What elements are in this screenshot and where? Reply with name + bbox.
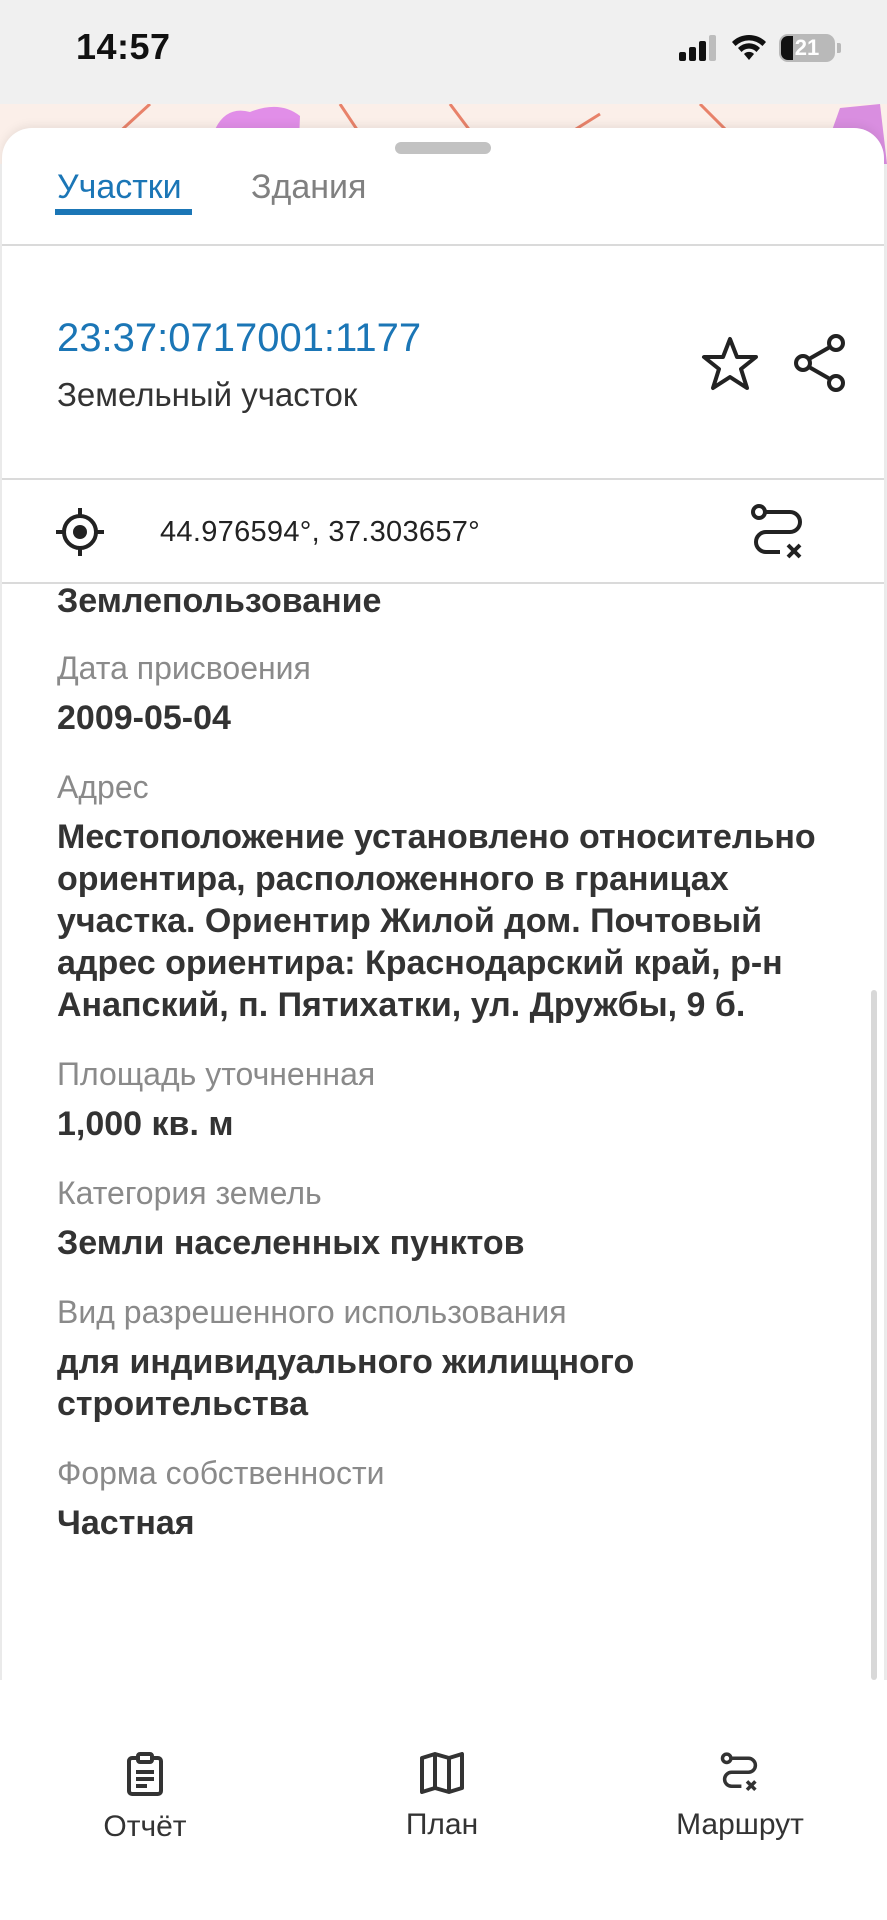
wifi-icon xyxy=(732,34,766,60)
detail-value-land-use: Землепользование xyxy=(57,582,382,620)
share-button[interactable] xyxy=(790,332,850,394)
status-time: 14:57 xyxy=(76,26,171,67)
nav-plan-label: План xyxy=(405,1808,479,1841)
battery-tip xyxy=(837,43,841,53)
detail-value-permitted-use: для индивидуального жилищного строительс… xyxy=(57,1343,635,1423)
favorite-button[interactable] xyxy=(700,334,760,394)
route-icon xyxy=(720,1752,758,1792)
detail-label-category: Категория земель xyxy=(57,1175,322,1211)
detail-label-permitted-use: Вид разрешенного использования xyxy=(57,1294,567,1330)
nav-report-label: Отчёт xyxy=(103,1810,187,1843)
share-icon xyxy=(794,334,845,392)
detail-label-area: Площадь уточненная xyxy=(57,1056,376,1092)
battery-indicator: 21 xyxy=(779,34,835,62)
coordinates-value[interactable]: 44.976594°, 37.303657° xyxy=(160,516,480,549)
crosshair-icon xyxy=(56,508,104,556)
nav-report[interactable]: Отчёт xyxy=(90,1752,200,1844)
map-icon xyxy=(420,1752,464,1794)
detail-label-address: Адрес xyxy=(57,769,149,805)
detail-value-category: Земли населенных пунктов xyxy=(57,1224,525,1262)
detail-value-date: 2009-05-04 xyxy=(57,699,231,737)
detail-value-address: Местоположение установлено относительно … xyxy=(57,818,816,1024)
locate-button[interactable] xyxy=(54,506,106,558)
nav-route-label: Маршрут xyxy=(676,1808,804,1841)
parcel-type: Земельный участок xyxy=(57,376,358,413)
route-button[interactable] xyxy=(748,502,808,564)
nav-plan[interactable]: План xyxy=(392,1752,492,1842)
battery-level: 21 xyxy=(794,35,820,60)
details-list: Землепользование Дата присвоения 2009-05… xyxy=(57,580,847,1544)
status-bar: 14:57 21 xyxy=(0,0,887,104)
detail-value-area: 1,000 кв. м xyxy=(57,1105,234,1143)
star-icon xyxy=(702,337,758,390)
clipboard-icon xyxy=(127,1752,163,1796)
scrollbar[interactable] xyxy=(871,990,877,1680)
detail-label-date: Дата присвоения xyxy=(57,650,311,686)
status-icons: 21 xyxy=(679,30,841,66)
tab-parcels[interactable]: Участки xyxy=(57,168,182,207)
tab-active-indicator xyxy=(55,209,192,215)
detail-label-ownership: Форма собственности xyxy=(57,1455,385,1491)
tab-buildings[interactable]: Здания xyxy=(251,168,366,207)
nav-route[interactable]: Маршрут xyxy=(670,1752,810,1842)
detail-value-ownership: Частная xyxy=(57,1504,195,1542)
cadastral-number[interactable]: 23:37:0717001:1177 xyxy=(57,316,421,361)
cellular-signal-icon xyxy=(679,35,716,61)
route-icon xyxy=(751,504,802,559)
